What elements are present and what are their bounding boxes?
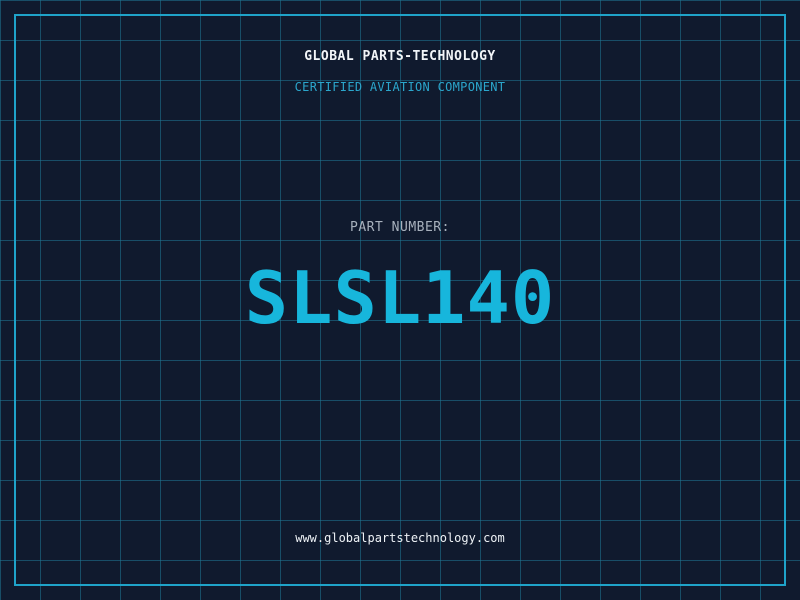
company-name: GLOBAL PARTS-TECHNOLOGY	[304, 49, 496, 64]
part-number-value: SLSL140	[244, 256, 556, 340]
part-number-label: PART NUMBER:	[350, 220, 450, 235]
certification-subtitle: CERTIFIED AVIATION COMPONENT	[294, 80, 506, 94]
website-link[interactable]: www.globalpartstechnology.com	[0, 531, 800, 545]
